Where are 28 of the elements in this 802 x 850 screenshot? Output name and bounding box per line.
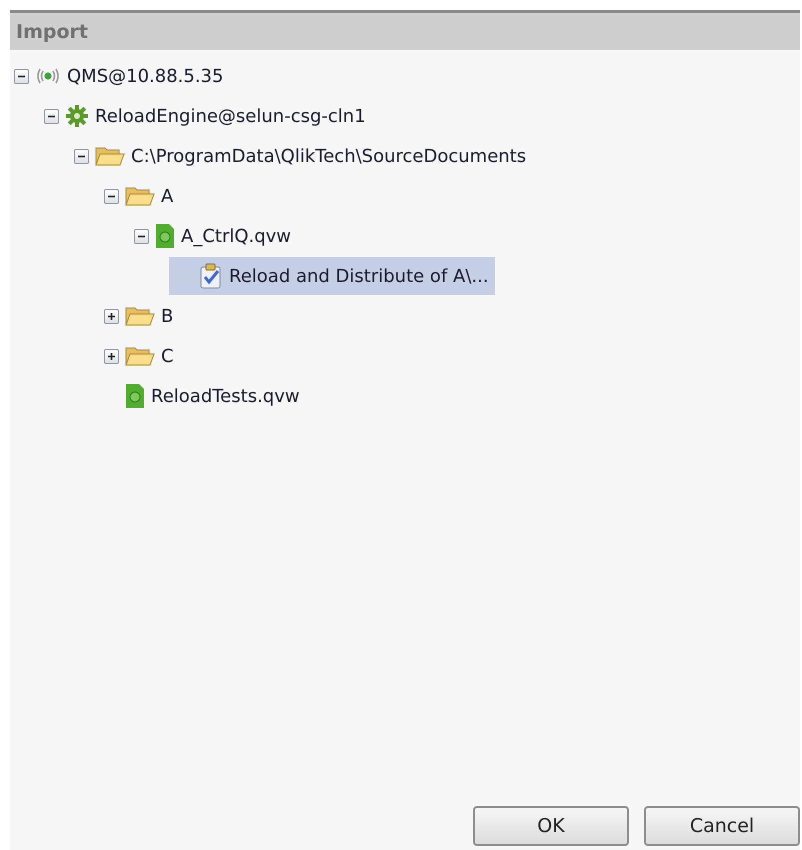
expand-icon[interactable] xyxy=(104,348,119,364)
collapse-icon[interactable] xyxy=(14,68,29,84)
signal-icon xyxy=(35,66,61,86)
tree-item[interactable]: QMS@10.88.5.35 xyxy=(29,57,230,95)
collapse-icon[interactable] xyxy=(74,148,89,164)
folder-icon xyxy=(125,305,155,327)
document-icon xyxy=(155,223,175,249)
clipboard-check-icon xyxy=(199,263,223,289)
tree-item[interactable]: C:\ProgramData\QlikTech\SourceDocuments xyxy=(89,137,532,175)
ok-button[interactable]: OK xyxy=(473,806,629,846)
gear-icon xyxy=(65,104,89,128)
cancel-button[interactable]: Cancel xyxy=(644,806,800,846)
tree-item[interactable]: B xyxy=(119,297,180,335)
tree-item[interactable]: C xyxy=(119,337,180,375)
collapse-icon[interactable] xyxy=(104,188,119,204)
tree-item[interactable]: A_CtrlQ.qvw xyxy=(149,217,298,255)
tree-item[interactable]: ReloadEngine@selun-csg-cln1 xyxy=(59,97,372,135)
tree-item[interactable]: ReloadTests.qvw xyxy=(119,377,306,415)
tree-item[interactable]: Reload and Distribute of A\... xyxy=(169,257,495,295)
document-icon xyxy=(125,383,145,409)
folder-icon xyxy=(95,145,125,167)
collapse-icon[interactable] xyxy=(134,228,149,244)
tree-item[interactable]: A xyxy=(119,177,180,215)
collapse-icon[interactable] xyxy=(44,108,59,124)
folder-icon xyxy=(125,345,155,367)
expand-icon[interactable] xyxy=(104,308,119,324)
window-title: Import xyxy=(10,13,800,50)
folder-icon xyxy=(125,185,155,207)
